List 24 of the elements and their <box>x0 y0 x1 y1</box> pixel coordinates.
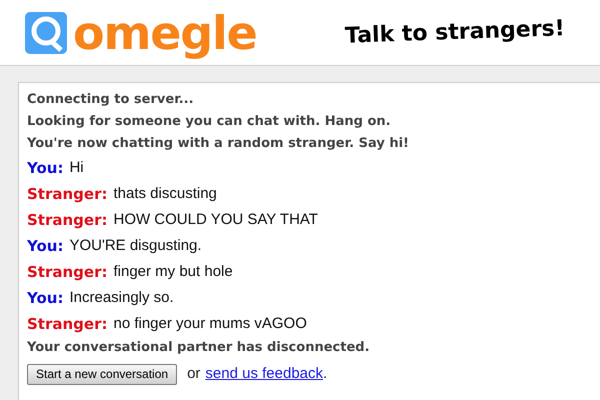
speaker-label: Stranger: <box>27 262 108 283</box>
message-text: Increasingly so. <box>69 288 174 308</box>
message-text: finger my but hole <box>113 262 233 282</box>
speaker-label: Stranger: <box>27 184 108 205</box>
tagline: Talk to strangers! <box>344 15 566 51</box>
speaker-label: Stranger: <box>27 210 108 231</box>
status-message: Connecting to server... <box>27 91 195 109</box>
logo-icon <box>25 12 67 54</box>
message-text: thats discusting <box>113 184 217 204</box>
message-text: no finger your mums vAGOO <box>113 314 307 334</box>
status-message: You're now chatting with a random stranger. Say hi! <box>27 135 410 153</box>
status-message: Your conversational partner has disconnected. <box>27 339 371 357</box>
message-text: Hi <box>69 158 84 178</box>
feedback-link[interactable]: send us feedback <box>205 363 324 386</box>
speaker-label: You: <box>27 288 64 309</box>
speaker-label: Stranger: <box>27 314 108 335</box>
new-conversation-button[interactable]: Start a new conversation <box>27 364 178 385</box>
or-text: or <box>187 364 200 384</box>
speaker-label: You: <box>27 236 64 257</box>
period-text: . <box>323 364 328 384</box>
status-message: Looking for someone you can chat with. Hang on. <box>27 113 392 131</box>
message-text: HOW COULD YOU SAY THAT <box>113 210 318 230</box>
speaker-label: You: <box>27 158 64 179</box>
message-text: YOU'RE disgusting. <box>69 236 202 256</box>
